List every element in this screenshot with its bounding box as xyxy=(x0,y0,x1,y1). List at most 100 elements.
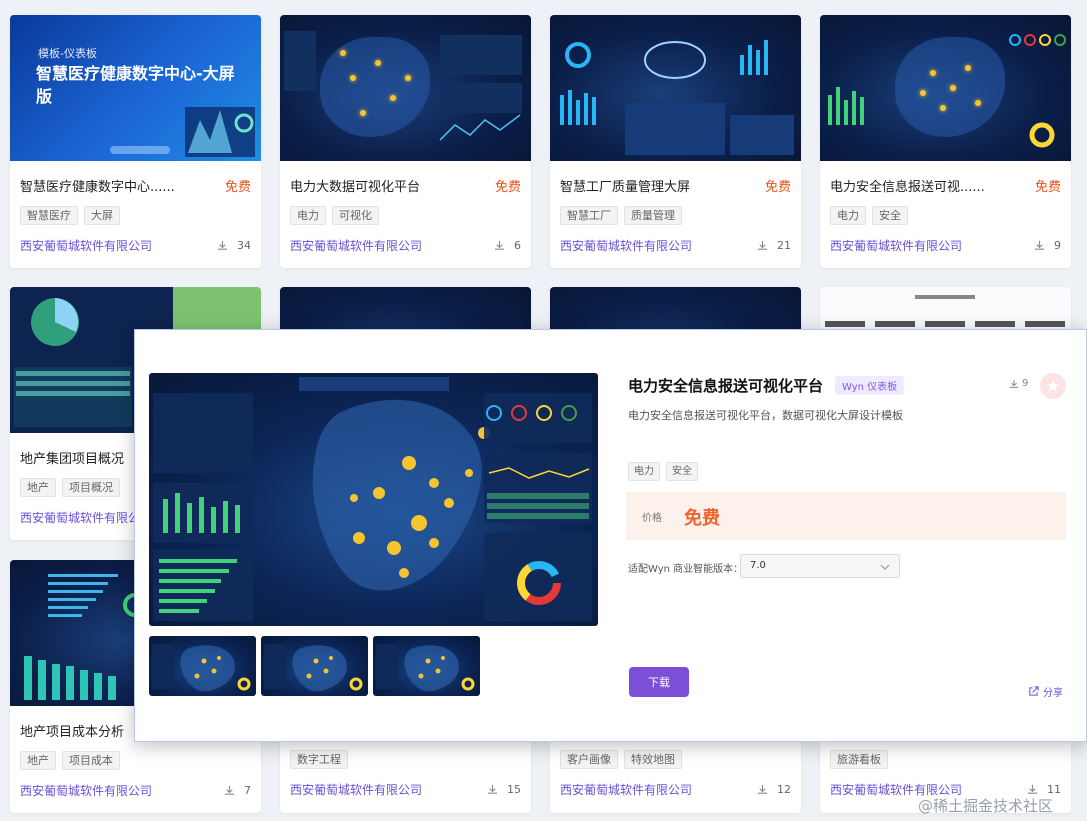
download-count-value: 12 xyxy=(777,783,791,796)
modal-tag[interactable]: 电力 xyxy=(628,462,660,481)
modal-description: 电力安全信息报送可视化平台，数据可视化大屏设计模板 xyxy=(628,409,903,422)
version-select[interactable]: 7.0 xyxy=(740,554,900,578)
download-count: 9 xyxy=(1034,239,1061,252)
preview-image[interactable] xyxy=(149,373,598,626)
download-count-value: 9 xyxy=(1054,239,1061,252)
template-detail-modal: 电力安全信息报送可视化平台 Wyn 仪表板 9 电力安全信息报送可视化平台，数据… xyxy=(134,329,1087,742)
card-tag[interactable]: 项目成本 xyxy=(62,751,120,770)
card-tag[interactable]: 旅游看板 xyxy=(830,750,888,769)
download-icon xyxy=(487,784,498,794)
download-icon xyxy=(1027,784,1038,794)
share-icon xyxy=(1029,686,1039,696)
preview-thumbnail-graphics xyxy=(264,644,363,692)
download-icon xyxy=(757,240,768,250)
card-tag[interactable]: 地产 xyxy=(20,751,56,770)
card-tag[interactable]: 智慧工厂 xyxy=(560,206,618,225)
favorite-button[interactable] xyxy=(1040,373,1066,399)
card-title[interactable]: 电力大数据可视化平台 xyxy=(290,176,420,195)
card-title[interactable]: 地产集团项目概况 xyxy=(20,448,124,467)
card-company[interactable]: 西安葡萄城软件有限公司 xyxy=(290,781,422,798)
download-count-value: 6 xyxy=(514,239,521,252)
download-count: 15 xyxy=(487,783,521,796)
template-card[interactable]: 模板-仪表板 智慧医疗健康数字中心-大屏版 智慧医疗健康数字中心...... 免… xyxy=(10,15,261,268)
card-thumbnail[interactable]: 模板-仪表板 智慧医疗健康数字中心-大屏版 xyxy=(10,15,261,161)
version-value: 7.0 xyxy=(750,560,766,571)
card-price: 免费 xyxy=(1034,180,1061,195)
card-tag[interactable]: 客户画像 xyxy=(560,750,618,769)
download-icon xyxy=(1034,240,1045,250)
card-company[interactable]: 西安葡萄城软件有限公司 xyxy=(560,781,692,798)
card-tag[interactable]: 项目概况 xyxy=(62,478,120,497)
modal-download-count: 9 xyxy=(1009,378,1028,389)
download-count: 6 xyxy=(494,239,521,252)
card-thumbnail[interactable] xyxy=(820,15,1071,161)
card-company[interactable]: 西安葡萄城软件有限公司 xyxy=(20,509,152,526)
download-count: 21 xyxy=(757,239,791,252)
share-link[interactable]: 分享 xyxy=(1028,684,1063,699)
download-icon xyxy=(494,240,505,250)
card-price: 免费 xyxy=(764,180,791,195)
star-icon xyxy=(1047,380,1059,392)
modal-tag[interactable]: 安全 xyxy=(666,462,698,481)
template-card[interactable]: 客户画像 特效地图 西安葡萄城软件有限公司 12 xyxy=(550,740,801,813)
price-label: 价格 xyxy=(642,513,662,524)
download-icon xyxy=(224,785,235,795)
chevron-down-icon xyxy=(880,564,890,570)
version-label: 适配Wyn 商业智能版本： xyxy=(628,564,744,575)
card-thumbnail[interactable] xyxy=(280,15,531,161)
download-icon xyxy=(217,240,228,250)
card-company[interactable]: 西安葡萄城软件有限公司 xyxy=(830,237,962,254)
modal-title: 电力安全信息报送可视化平台 xyxy=(628,377,824,395)
download-button[interactable]: 下载 xyxy=(629,667,689,697)
card-company[interactable]: 西安葡萄城软件有限公司 xyxy=(560,237,692,254)
card-company[interactable]: 西安葡萄城软件有限公司 xyxy=(20,237,152,254)
card-tag[interactable]: 安全 xyxy=(872,206,908,225)
price-box: 价格 免费 xyxy=(626,492,1066,540)
card-tag[interactable]: 数字工程 xyxy=(290,750,348,769)
download-count: 34 xyxy=(217,239,251,252)
thumbnail-graphics xyxy=(560,40,794,155)
download-icon xyxy=(1009,379,1019,388)
card-company[interactable]: 西安葡萄城软件有限公司 xyxy=(20,782,152,799)
template-card[interactable]: 智慧工厂质量管理大屏 免费 智慧工厂 质量管理 西安葡萄城软件有限公司 21 xyxy=(550,15,801,268)
product-badge: Wyn 仪表板 xyxy=(835,376,905,395)
card-tag[interactable]: 可视化 xyxy=(332,206,379,225)
template-card[interactable]: 电力大数据可视化平台 免费 电力 可视化 西安葡萄城软件有限公司 6 xyxy=(280,15,531,268)
card-price: 免费 xyxy=(494,180,521,195)
card-tag[interactable]: 大屏 xyxy=(84,206,120,225)
thumbnail-graphics xyxy=(828,34,1066,148)
card-tag[interactable]: 电力 xyxy=(290,206,326,225)
template-card[interactable]: 数字工程 西安葡萄城软件有限公司 15 xyxy=(280,740,531,813)
card-tag[interactable]: 智慧医疗 xyxy=(20,206,78,225)
card-company[interactable]: 西安葡萄城软件有限公司 xyxy=(290,237,422,254)
preview-thumbnail[interactable] xyxy=(261,636,368,696)
preview-thumbnail[interactable] xyxy=(149,636,256,696)
preview-thumbnail[interactable] xyxy=(373,636,480,696)
price-value: 免费 xyxy=(684,508,720,529)
thumbnail-graphics xyxy=(110,107,255,157)
share-label: 分享 xyxy=(1043,688,1063,699)
download-count: 7 xyxy=(224,784,251,797)
template-card[interactable]: 电力安全信息报送可视...... 免费 电力 安全 西安葡萄城软件有限公司 9 xyxy=(820,15,1071,268)
preview-thumbnail-graphics xyxy=(152,644,251,692)
download-count-value: 15 xyxy=(507,783,521,796)
card-tag[interactable]: 电力 xyxy=(830,206,866,225)
card-title[interactable]: 电力安全信息报送可视...... xyxy=(830,176,985,195)
download-count-value: 7 xyxy=(244,784,251,797)
card-price: 免费 xyxy=(224,180,251,195)
card-tag[interactable]: 地产 xyxy=(20,478,56,497)
preview-thumbnail-graphics xyxy=(376,644,475,692)
card-title[interactable]: 地产项目成本分析 xyxy=(20,721,124,740)
download-count: 12 xyxy=(757,783,791,796)
preview-graphics xyxy=(153,377,592,621)
modal-download-count-value: 9 xyxy=(1022,378,1029,389)
thumbnail-graphics xyxy=(284,31,522,141)
card-title[interactable]: 智慧工厂质量管理大屏 xyxy=(560,176,690,195)
download-icon xyxy=(757,784,768,794)
watermark: @稀土掘金技术社区 xyxy=(918,797,1054,815)
card-title[interactable]: 智慧医疗健康数字中心...... xyxy=(20,176,175,195)
card-tag[interactable]: 特效地图 xyxy=(624,750,682,769)
download-count-value: 34 xyxy=(237,239,251,252)
card-thumbnail[interactable] xyxy=(550,15,801,161)
card-tag[interactable]: 质量管理 xyxy=(624,206,682,225)
